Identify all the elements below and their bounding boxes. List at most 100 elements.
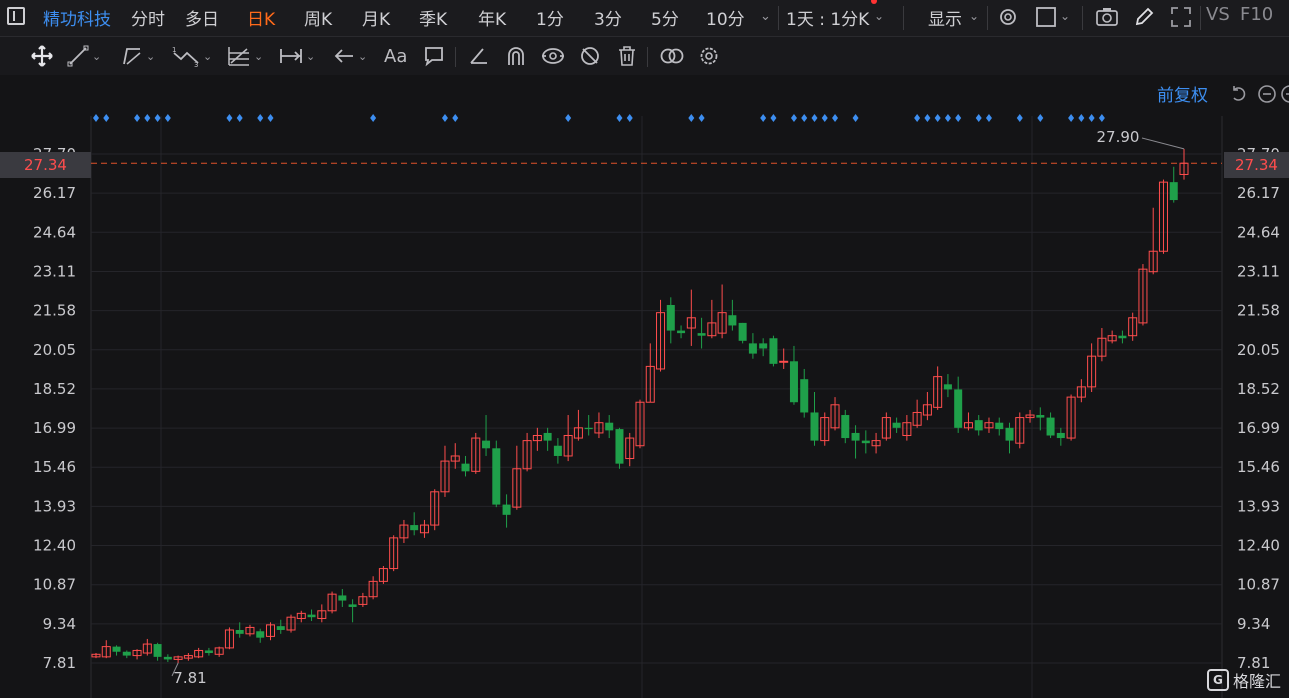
ytick-label-right: 18.52 (1237, 380, 1280, 398)
move-tool[interactable] (30, 42, 54, 70)
divider (903, 6, 904, 30)
event-marker (944, 114, 951, 122)
candle-body-down (800, 379, 809, 413)
event-marker (144, 114, 151, 122)
candle-body-up (779, 360, 789, 363)
candle-body-down (204, 650, 213, 654)
period-selector[interactable]: 1天 : 1分K (786, 5, 869, 30)
event-marker (257, 114, 264, 122)
layout-icon[interactable] (1035, 6, 1057, 28)
watermark: G 格隆汇 (1206, 668, 1281, 692)
tab-quarterly-k[interactable]: 季K (419, 5, 447, 30)
event-marker (134, 114, 141, 122)
candle-body-down (738, 322, 747, 341)
chevron-down-icon: ⌄ (358, 49, 368, 63)
candle-body-down (1036, 415, 1045, 418)
settings-icon (700, 47, 718, 65)
ytick-label-left: 10.87 (33, 576, 76, 594)
candle-body-down (954, 389, 963, 428)
max-price-label: 27.90 (1097, 128, 1140, 146)
tab-5min[interactable]: 5分 (651, 5, 679, 30)
line-tool[interactable]: ⌄ (67, 42, 101, 70)
wave-tool[interactable]: 1 3 ⌄ (172, 42, 212, 70)
fibonacci-icon (228, 47, 249, 66)
ytick-label-right: 13.93 (1237, 497, 1280, 515)
angle-tool[interactable] (469, 42, 489, 70)
ytick-label-right: 10.87 (1237, 576, 1280, 594)
event-marker (852, 114, 859, 122)
candle-body-down (615, 429, 624, 464)
text-tool[interactable]: Aa (384, 42, 407, 70)
tab-1min[interactable]: 1分 (536, 5, 564, 30)
candle-body-down (112, 646, 121, 652)
vs-button[interactable]: VS (1206, 4, 1230, 25)
panel-icon[interactable] (7, 7, 25, 25)
camera-icon[interactable] (1095, 6, 1119, 28)
current-price-right: 27.34 (1224, 152, 1289, 178)
chevron-down-icon[interactable]: ⌄ (874, 9, 884, 23)
event-marker (1078, 114, 1085, 122)
event-marker (821, 114, 828, 122)
candle-body-down (153, 644, 162, 657)
chevron-down-icon[interactable]: ⌄ (969, 9, 979, 23)
magnet-tool[interactable] (505, 42, 527, 70)
fibonacci-tool[interactable]: ⌄ (227, 42, 263, 70)
candle-body-down (677, 330, 686, 334)
ytick-label-left: 18.52 (33, 380, 76, 398)
tab-monthly-k[interactable]: 月K (362, 5, 390, 30)
tab-yearly-k[interactable]: 年K (478, 5, 506, 30)
chevron-down-icon[interactable]: ⌄ (1060, 9, 1070, 23)
ytick-label-left: 13.93 (33, 497, 76, 515)
candle-body-down (502, 504, 511, 515)
tab-multiday[interactable]: 多日 (185, 5, 219, 30)
chart-area[interactable]: 前复权 7.81 7.81 9.34 9.34 10.87 10.87 12.40 12.40… (0, 76, 1289, 698)
candle-body-down (728, 315, 737, 326)
event-marker (164, 114, 171, 122)
chevron-down-icon: ⌄ (92, 49, 102, 63)
event-marker (154, 114, 161, 122)
event-marker (985, 114, 992, 122)
event-marker (226, 114, 233, 122)
fullscreen-icon[interactable] (1170, 6, 1192, 28)
comment-tool[interactable] (423, 42, 445, 70)
chevron-down-icon: ⌄ (254, 49, 264, 63)
ytick-label-right: 21.58 (1237, 302, 1280, 320)
stock-name[interactable]: 精功科技 (43, 5, 111, 30)
ytick-label-left: 20.05 (33, 341, 76, 359)
candle-body-down (482, 440, 491, 449)
event-marker (626, 114, 633, 122)
delete-tool[interactable] (617, 42, 637, 70)
candle-body-down (861, 440, 870, 444)
hide-tool[interactable] (579, 42, 601, 70)
candle-body-down (697, 333, 706, 336)
polyline-tool[interactable]: ⌄ (121, 42, 155, 70)
arrow-icon (334, 49, 353, 63)
tab-3min[interactable]: 3分 (594, 5, 622, 30)
angle-icon (470, 48, 487, 64)
move-icon (31, 45, 53, 67)
chart-settings-tool[interactable] (698, 42, 720, 70)
link-tool[interactable] (659, 42, 685, 70)
line-icon (67, 45, 89, 67)
chevron-down-icon: ⌄ (306, 49, 316, 63)
range-tool[interactable]: ⌄ (279, 42, 315, 70)
tab-daily-k[interactable]: 日K (247, 5, 275, 30)
ytick-label-left: 7.81 (43, 654, 76, 672)
eye-tool[interactable] (541, 42, 565, 70)
f10-button[interactable]: F10 (1240, 4, 1273, 25)
more-tabs-chevron-icon[interactable]: ⌄ (760, 9, 771, 24)
pencil-icon[interactable] (1133, 6, 1155, 28)
tab-intraday[interactable]: 分时 (131, 5, 165, 30)
candle-body-down (461, 463, 470, 472)
display-menu[interactable]: 显示 (928, 5, 962, 30)
candle-body-down (1169, 182, 1178, 201)
top-bar: 精功科技 分时 多日 日K 周K 月K 季K 年K 1分 3分 5分 10分 ⌄… (0, 0, 1289, 37)
candle-body-down (307, 614, 316, 618)
candlestick-chart[interactable]: 7.81 7.81 9.34 9.34 10.87 10.87 12.40 12.40 13.9… (0, 76, 1289, 698)
tab-10min[interactable]: 10分 (706, 5, 745, 30)
settings-icon[interactable] (997, 6, 1019, 28)
tab-weekly-k[interactable]: 周K (304, 5, 332, 30)
magnet-icon (508, 47, 524, 65)
arrow-tool[interactable]: ⌄ (333, 42, 367, 70)
divider (1200, 6, 1201, 30)
